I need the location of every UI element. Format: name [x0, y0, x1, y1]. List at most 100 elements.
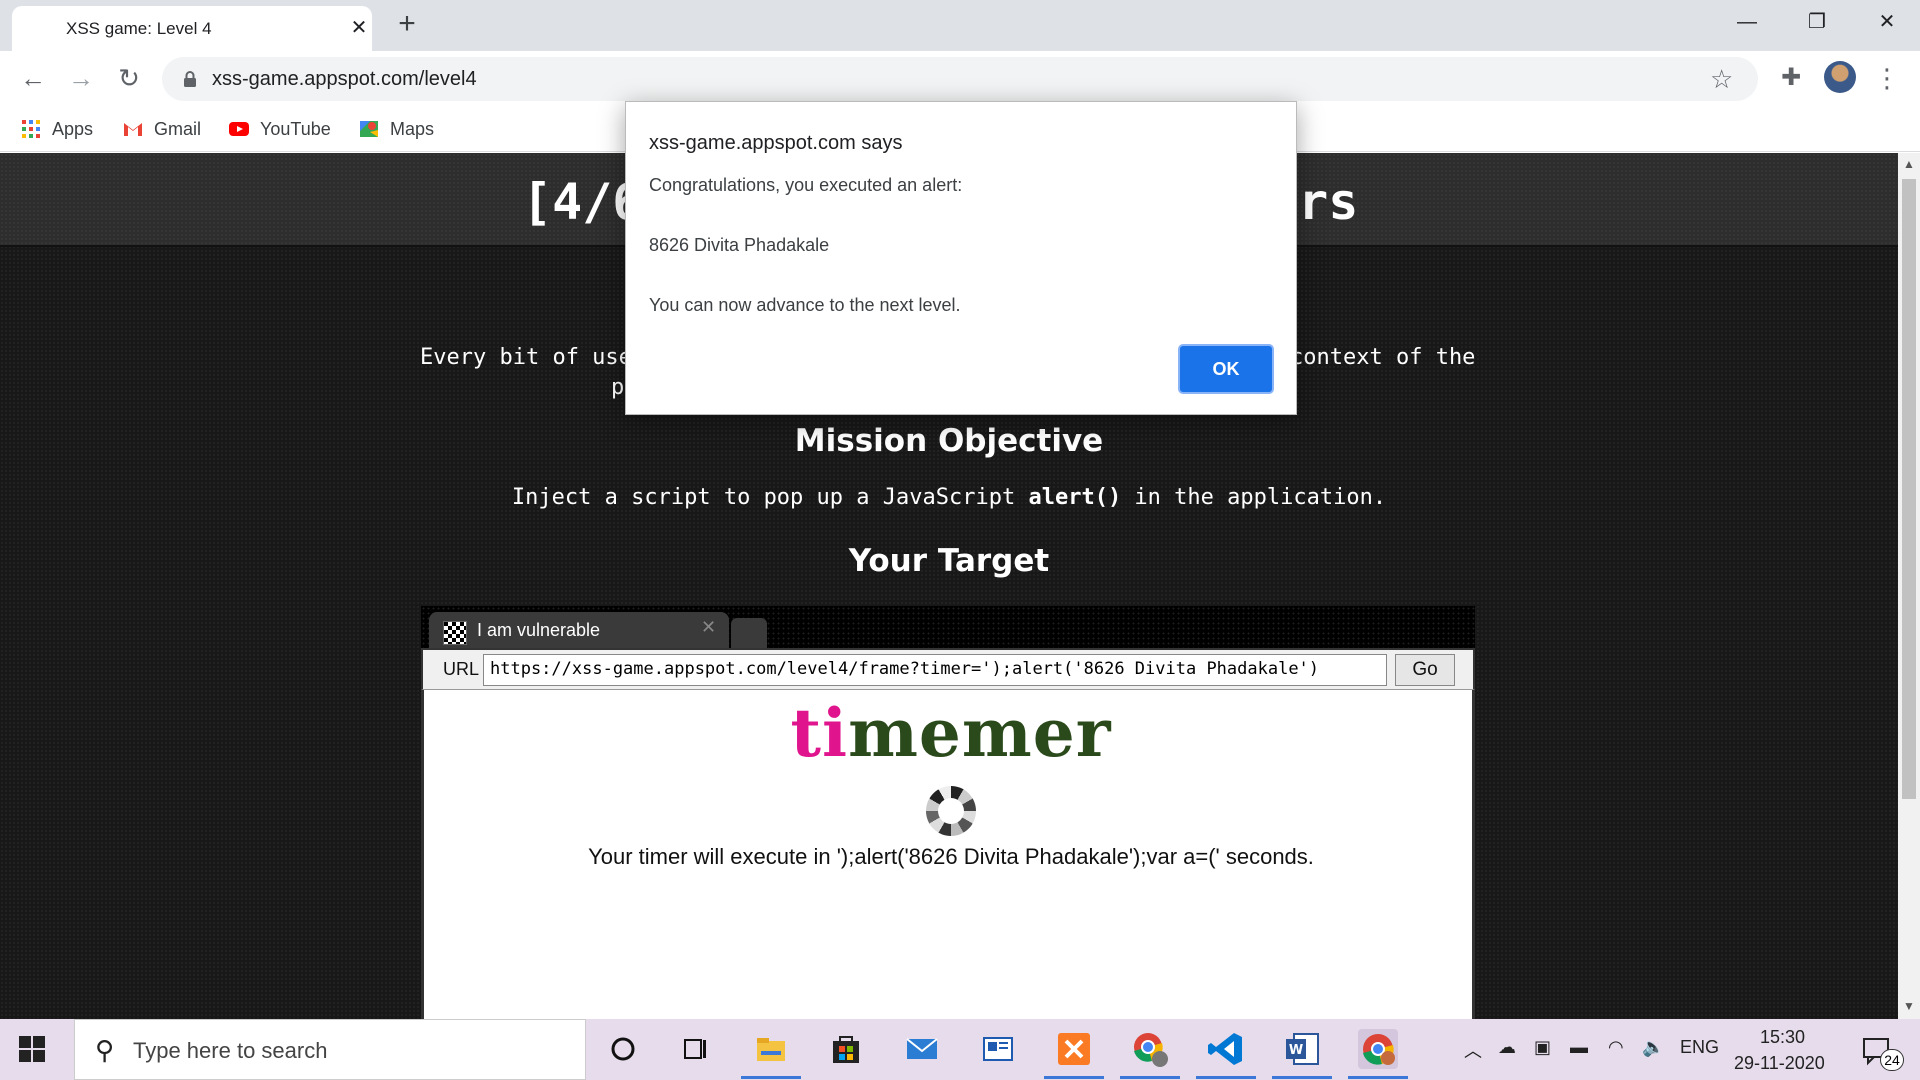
- tab-close-icon[interactable]: ✕: [346, 15, 372, 41]
- store-icon[interactable]: [826, 1029, 866, 1069]
- target-url-bar: URL https://xss-game.appspot.com/level4/…: [421, 648, 1475, 690]
- notification-count-badge: 24: [1880, 1049, 1904, 1071]
- maps-icon: [360, 121, 378, 137]
- bookmark-gmail[interactable]: Gmail: [122, 115, 201, 143]
- target-new-tab-button[interactable]: [731, 618, 767, 648]
- bookmark-label: Maps: [390, 118, 435, 139]
- menu-icon[interactable]: ⋮: [1870, 61, 1904, 95]
- dialog-message-1: Congratulations, you executed an alert:: [649, 175, 963, 195]
- dialog-message-3: You can now advance to the next level.: [649, 295, 961, 315]
- bookmark-apps[interactable]: Apps: [20, 115, 93, 143]
- word-icon[interactable]: W: [1282, 1029, 1322, 1069]
- profile-avatar[interactable]: [1824, 61, 1856, 93]
- logo-accent: ti: [790, 694, 849, 772]
- mission-objective-heading: Mission Objective: [794, 423, 1104, 459]
- wifi-icon[interactable]: ◠: [1608, 1037, 1624, 1058]
- apps-grid-icon: [22, 120, 40, 138]
- bookmark-maps[interactable]: Maps: [358, 115, 434, 143]
- target-tab-close-icon[interactable]: ✕: [701, 617, 716, 638]
- news-icon[interactable]: [978, 1029, 1018, 1069]
- meet-now-icon[interactable]: ▣: [1534, 1037, 1551, 1058]
- browser-tab-bar: XSS game: Level 4 ✕ + — ❐ ✕: [0, 0, 1920, 51]
- search-placeholder: Type here to search: [133, 1038, 328, 1063]
- active-app-indicator: [1272, 1076, 1332, 1079]
- active-app-indicator: [1348, 1076, 1408, 1079]
- active-app-indicator: [741, 1076, 801, 1079]
- clock-date[interactable]: 29-11-2020: [1734, 1053, 1825, 1074]
- minimize-button[interactable]: —: [1724, 4, 1770, 40]
- dialog-message-2: 8626 Divita Phadakale: [649, 235, 830, 255]
- loading-spinner-icon: [926, 786, 976, 836]
- ok-button[interactable]: OK: [1178, 344, 1274, 394]
- lock-icon: [184, 71, 196, 87]
- new-tab-button[interactable]: +: [392, 9, 422, 39]
- gmail-icon: [124, 123, 142, 136]
- checker-favicon-icon: [443, 621, 467, 645]
- task-view-icon[interactable]: [675, 1029, 715, 1069]
- mission-objective-text: Inject a script to pop up a JavaScript a…: [0, 485, 1898, 510]
- search-icon: ⚲: [95, 1035, 115, 1065]
- go-button[interactable]: Go: [1395, 654, 1455, 686]
- reload-button[interactable]: ↻: [112, 61, 146, 95]
- timemer-logo: timemer: [424, 694, 1478, 772]
- target-url-input[interactable]: https://xss-game.appspot.com/level4/fram…: [483, 654, 1387, 686]
- language-indicator[interactable]: ENG: [1680, 1037, 1719, 1058]
- windows-taskbar: ⚲ Type here to search W ︿ ☁ ▣ ▬ ◠ 🔈 ENG …: [0, 1019, 1920, 1080]
- bookmark-youtube[interactable]: YouTube: [228, 115, 331, 143]
- bookmark-star-icon[interactable]: ☆: [1710, 65, 1733, 93]
- bookmark-label: Gmail: [154, 118, 202, 139]
- file-explorer-icon[interactable]: [751, 1029, 791, 1069]
- page-scrollbar[interactable]: ▲ ▼: [1898, 153, 1920, 1019]
- restore-button[interactable]: ❐: [1794, 4, 1840, 40]
- url-label: URL: [443, 659, 480, 679]
- alert-dialog: xss-game.appspot.com says Congratulation…: [625, 101, 1297, 415]
- taskbar-search-box[interactable]: ⚲ Type here to search: [74, 1019, 586, 1080]
- mission-text-pre: Inject a script to pop up a JavaScript: [511, 485, 1029, 510]
- chrome-icon[interactable]: [1358, 1029, 1398, 1069]
- volume-muted-icon[interactable]: 🔈: [1642, 1037, 1664, 1058]
- logo-rest: memer: [848, 694, 1112, 772]
- intro-text-left: Every bit of use: [420, 345, 632, 370]
- onedrive-icon[interactable]: ☁: [1498, 1037, 1516, 1058]
- target-tab[interactable]: I am vulnerable ✕: [429, 612, 729, 648]
- dialog-title: xss-game.appspot.com says: [649, 132, 903, 154]
- show-hidden-icons-icon[interactable]: ︿: [1464, 1037, 1482, 1063]
- vscode-icon[interactable]: [1206, 1029, 1246, 1069]
- intro-text-right: context of the: [1290, 345, 1476, 370]
- your-target-heading: Your Target: [848, 543, 1050, 579]
- back-button[interactable]: ←: [16, 61, 50, 95]
- tab-title: XSS game: Level 4: [66, 19, 212, 38]
- mail-icon[interactable]: [902, 1029, 942, 1069]
- bookmark-label: Apps: [52, 118, 94, 139]
- forward-button[interactable]: →: [64, 61, 98, 95]
- address-bar[interactable]: xss-game.appspot.com/level4 ☆: [162, 57, 1758, 101]
- browser-toolbar: ← → ↻ xss-game.appspot.com/level4 ☆ ✚ ⋮: [0, 51, 1920, 106]
- svg-text:W: W: [1289, 1043, 1303, 1058]
- bookmark-label: YouTube: [260, 118, 331, 139]
- active-app-indicator: [1044, 1076, 1104, 1079]
- timer-message: Your timer will execute in ');alert('862…: [588, 844, 1314, 869]
- target-frame: I am vulnerable ✕ URL https://xss-game.a…: [421, 606, 1475, 1019]
- scroll-thumb[interactable]: [1902, 179, 1916, 799]
- active-app-indicator: [1120, 1076, 1180, 1079]
- xampp-icon[interactable]: [1054, 1029, 1094, 1069]
- target-tab-title: I am vulnerable: [477, 620, 601, 640]
- window-close-button[interactable]: ✕: [1864, 4, 1910, 40]
- clock-time[interactable]: 15:30: [1760, 1027, 1805, 1048]
- youtube-icon: [229, 122, 249, 136]
- extensions-icon[interactable]: ✚: [1774, 61, 1808, 95]
- url-text[interactable]: xss-game.appspot.com/level4: [212, 68, 477, 91]
- target-tab-strip: I am vulnerable ✕: [421, 606, 1475, 648]
- windows-start-icon[interactable]: [18, 1035, 46, 1063]
- intro-text-line2: p: [611, 375, 625, 400]
- cortana-icon[interactable]: [603, 1029, 643, 1069]
- mission-text-post: in the application.: [1121, 485, 1387, 510]
- scroll-up-icon[interactable]: ▲: [1901, 157, 1917, 173]
- active-app-indicator: [1196, 1076, 1256, 1079]
- mission-code: alert(): [1028, 485, 1122, 510]
- browser-tab[interactable]: XSS game: Level 4 ✕: [12, 6, 372, 51]
- battery-icon[interactable]: ▬: [1570, 1037, 1588, 1058]
- chrome-s-icon[interactable]: [1130, 1029, 1170, 1069]
- scroll-down-icon[interactable]: ▼: [1901, 999, 1917, 1015]
- target-body: timemer Your timer will execute in ');al…: [421, 690, 1475, 1019]
